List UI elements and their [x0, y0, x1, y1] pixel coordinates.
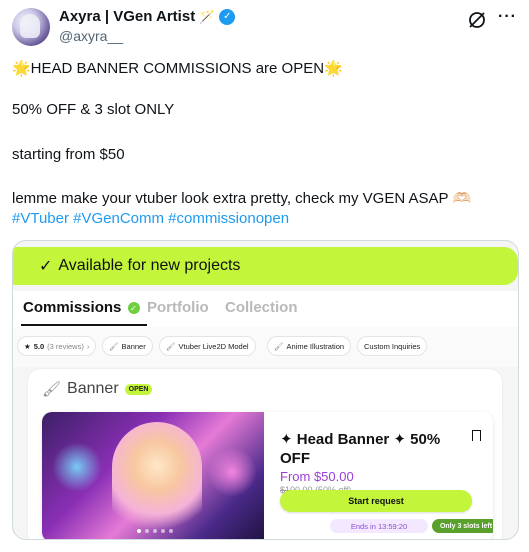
open-badge: OPEN	[124, 383, 153, 395]
brush-icon: 🖌	[42, 381, 62, 398]
tab-portfolio[interactable]: Portfolio	[147, 299, 209, 316]
carousel-dot[interactable]	[161, 529, 165, 533]
active-tab-underline	[21, 324, 147, 326]
chip-anime-illustration[interactable]: 🖌 Anime Illustration	[267, 336, 352, 356]
filter-chips: ★ 5.0 (3 reviews) › 🖌 Banner 🖌 Vtuber Li…	[13, 327, 518, 367]
check-icon: ✓	[39, 258, 53, 275]
brush-icon: 🖌	[274, 341, 284, 351]
author-name-row: Axyra | VGen Artist 🪄 ✓	[59, 8, 236, 25]
check-circle-icon: ✓	[127, 302, 140, 315]
chevron-right-icon: ›	[86, 341, 90, 351]
carousel-dot[interactable]	[169, 529, 173, 533]
avatar[interactable]	[12, 8, 50, 46]
carousel-dot[interactable]	[145, 529, 149, 533]
countdown-badge: Ends in 13:59:20	[330, 519, 428, 533]
tab-label: Commissions	[23, 299, 122, 316]
verified-badge-icon[interactable]: ✓	[219, 8, 236, 25]
tweet-hashtags[interactable]: #VTuber #VGenComm #commissionopen	[12, 209, 289, 229]
carousel-dots	[137, 529, 173, 533]
brush-icon: 🖌	[109, 341, 119, 351]
more-options-icon[interactable]: ···	[498, 8, 517, 26]
tweet-line-message: lemme make your vtuber look extra pretty…	[12, 190, 472, 207]
section-title-label: Banner	[67, 380, 119, 397]
magic-wand-emoji: 🪄	[199, 8, 216, 24]
chip-label: Vtuber Live2D Model	[178, 341, 249, 351]
carousel-dot[interactable]	[137, 529, 141, 533]
artwork-glow	[207, 447, 257, 497]
tweet-line-price: starting from $50	[12, 146, 125, 163]
tweet-line-discount: 50% OFF & 3 slot ONLY	[12, 101, 175, 118]
section-title: 🖌 Banner OPEN	[42, 380, 153, 398]
artwork-glow	[52, 442, 102, 492]
chip-label: Anime Illustration	[286, 341, 345, 351]
artwork-character	[112, 422, 202, 532]
commission-panel: 🖌 Banner OPEN ✦ Head Banner ✦ 50% OFF Fr…	[27, 368, 503, 539]
rating-value: 5.0	[33, 341, 45, 351]
card-price: From $50.00	[280, 469, 354, 484]
grok-icon[interactable]	[467, 10, 487, 30]
chip-label: Custom Inquiries	[364, 341, 421, 351]
tab-collection[interactable]: Collection	[225, 299, 298, 316]
card-title[interactable]: ✦ Head Banner ✦ 50% OFF	[280, 430, 450, 468]
commission-card[interactable]: ✦ Head Banner ✦ 50% OFF From $50.00 $100…	[42, 412, 493, 539]
start-request-button[interactable]: Start request	[280, 490, 472, 512]
profile-tabs: Commissions ✓ Portfolio Collection	[13, 291, 518, 331]
tweet-line-announcement: 🌟HEAD BANNER COMMISSIONS are OPEN🌟	[12, 60, 343, 77]
chip-banner[interactable]: 🖌 Banner	[102, 336, 153, 356]
card-info: ✦ Head Banner ✦ 50% OFF From $50.00 $100…	[274, 412, 493, 539]
chip-label: Banner	[121, 341, 146, 351]
rating-chip[interactable]: ★ 5.0 (3 reviews) ›	[17, 336, 97, 356]
tweet-header: Axyra | VGen Artist 🪄 ✓ @axyra__ ···	[12, 6, 517, 48]
brush-icon: 🖌	[166, 341, 176, 351]
author-handle[interactable]: @axyra__	[59, 28, 123, 44]
chip-vtuber-live2d[interactable]: 🖌 Vtuber Live2D Model	[159, 336, 256, 356]
carousel-dot[interactable]	[153, 529, 157, 533]
chip-custom-inquiries[interactable]: Custom Inquiries	[357, 336, 428, 356]
banner-artwork[interactable]	[42, 412, 264, 539]
tab-commissions[interactable]: Commissions ✓	[23, 299, 140, 316]
media-image[interactable]: ✓ Available for new projects Commissions…	[12, 240, 519, 540]
display-name[interactable]: Axyra | VGen Artist	[59, 8, 195, 25]
star-icon: ★	[24, 341, 31, 351]
review-count: (3 reviews)	[47, 341, 84, 351]
availability-banner: ✓ Available for new projects	[13, 247, 518, 285]
slots-badge: Only 3 slots left	[432, 519, 493, 533]
bookmark-icon[interactable]	[472, 430, 481, 441]
availability-text: Available for new projects	[58, 257, 241, 274]
